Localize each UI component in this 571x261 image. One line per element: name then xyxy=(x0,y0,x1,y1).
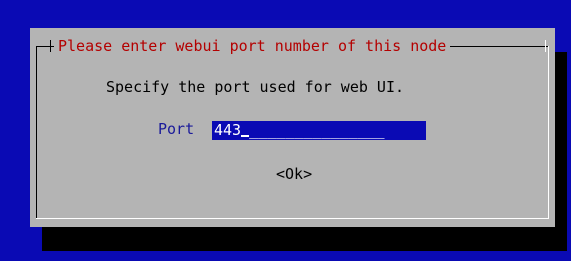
prompt-text: Specify the port used for web UI. xyxy=(106,78,405,96)
port-dialog: Please enter webui port number of this n… xyxy=(30,28,555,227)
text-cursor xyxy=(241,135,250,137)
port-input-value: 443 xyxy=(214,121,242,139)
ok-button[interactable]: <Ok> xyxy=(276,165,312,183)
frame-bottom-border xyxy=(36,218,549,219)
frame-left-border xyxy=(36,46,37,218)
title-right-tick xyxy=(545,40,546,52)
dialog-title: Please enter webui port number of this n… xyxy=(54,36,451,56)
frame-right-border xyxy=(548,46,549,218)
port-input-fill: _______________ xyxy=(249,121,385,139)
port-input[interactable]: 443 _______________ xyxy=(212,121,426,140)
port-label: Port xyxy=(158,120,195,138)
title-left-tick xyxy=(50,40,51,52)
